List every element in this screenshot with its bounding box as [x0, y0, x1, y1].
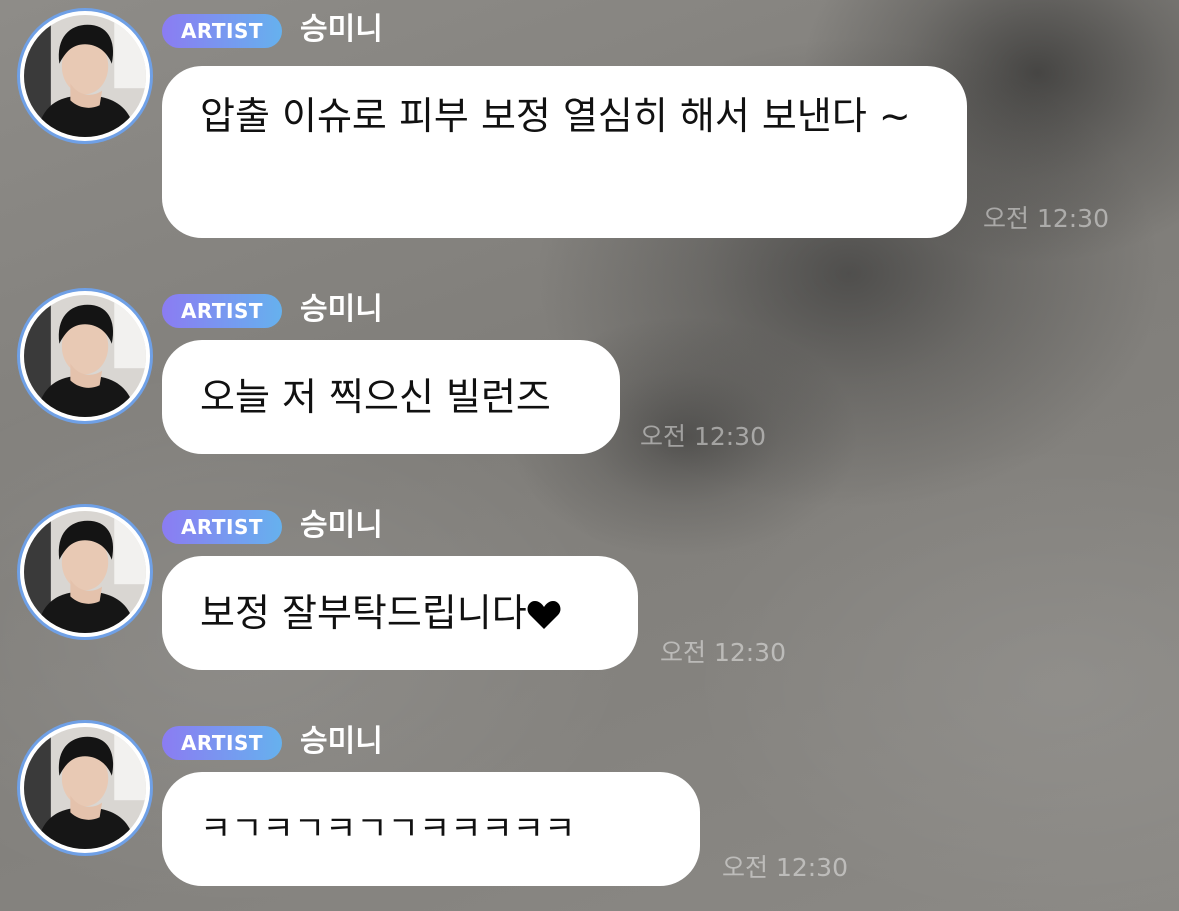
sender-name: 승미니: [300, 292, 383, 327]
profile-photo: [24, 727, 146, 849]
chat-room: ARTIST 승미니 압출 이슈로 피부 보정 열심히 해서 보낸다 ~ 오전 …: [0, 0, 1179, 911]
avatar[interactable]: [17, 720, 153, 856]
avatar[interactable]: [17, 504, 153, 640]
artist-badge: ARTIST: [162, 14, 282, 48]
sender-name: 승미니: [300, 724, 383, 759]
sender-name: 승미니: [300, 508, 383, 543]
profile-photo: [24, 295, 146, 417]
message-text: 보정 잘부탁드립니다: [200, 591, 527, 635]
message-text: ㅋㄱㅋㄱㅋㄱㄱㅋㅋㅋㅋㅋ: [200, 809, 576, 849]
profile-photo: [24, 511, 146, 633]
message-bubble[interactable]: 압출 이슈로 피부 보정 열심히 해서 보낸다 ~: [162, 66, 967, 238]
chat-message: ARTIST 승미니 압출 이슈로 피부 보정 열심히 해서 보낸다 ~ 오전 …: [0, 0, 1179, 250]
avatar[interactable]: [17, 8, 153, 144]
chat-message: ARTIST 승미니 ㅋㄱㅋㄱㅋㄱㄱㅋㅋㅋㅋㅋ 오전 12:30: [0, 712, 1179, 911]
artist-badge: ARTIST: [162, 294, 282, 328]
message-bubble[interactable]: 보정 잘부탁드립니다: [162, 556, 638, 670]
message-time: 오전 12:30: [983, 204, 1109, 233]
heart-icon: [527, 581, 561, 653]
avatar[interactable]: [17, 288, 153, 424]
sender-name: 승미니: [300, 12, 383, 47]
message-text: 압출 이슈로 피부 보정 열심히 해서 보낸다 ~: [200, 94, 911, 138]
message-bubble[interactable]: ㅋㄱㅋㄱㅋㄱㄱㅋㅋㅋㅋㅋ: [162, 772, 700, 886]
message-time: 오전 12:30: [660, 638, 786, 667]
chat-message: ARTIST 승미니 오늘 저 찍으신 빌런즈 오전 12:30: [0, 280, 1179, 470]
artist-badge: ARTIST: [162, 726, 282, 760]
artist-badge: ARTIST: [162, 510, 282, 544]
message-time: 오전 12:30: [640, 422, 766, 451]
profile-photo: [24, 15, 146, 137]
message-text: 오늘 저 찍으신 빌런즈: [200, 375, 551, 419]
message-bubble[interactable]: 오늘 저 찍으신 빌런즈: [162, 340, 620, 454]
message-time: 오전 12:30: [722, 853, 848, 882]
chat-message: ARTIST 승미니 보정 잘부탁드립니다 오전 12:30: [0, 496, 1179, 686]
